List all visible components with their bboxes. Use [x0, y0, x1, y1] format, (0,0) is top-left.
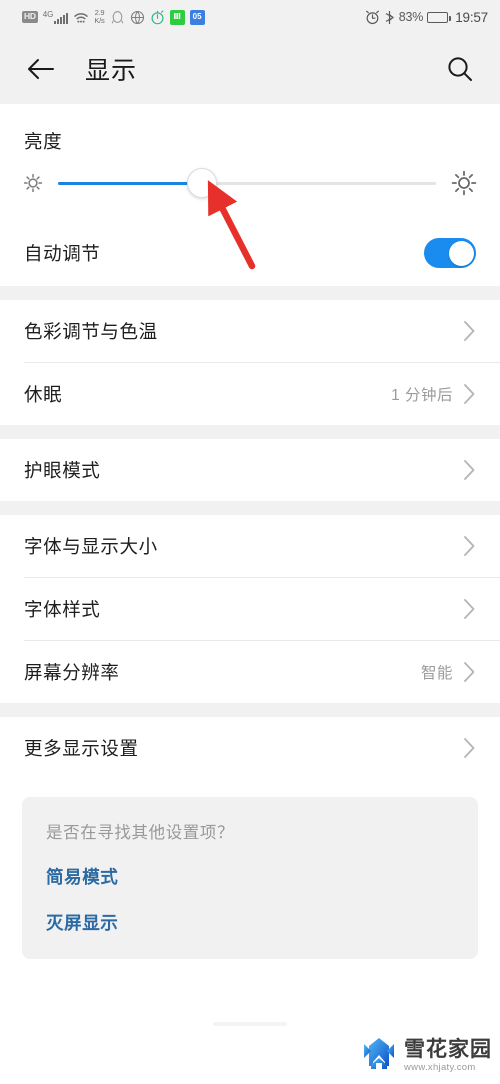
- chevron-right-icon: [463, 661, 476, 683]
- data-speed-unit: K/s: [94, 16, 105, 25]
- settings-row[interactable]: 字体样式: [0, 578, 500, 640]
- page-header: 显示: [0, 34, 500, 104]
- watermark-name: 雪花家园: [404, 1037, 492, 1061]
- settings-row-label: 字体与显示大小: [24, 536, 158, 557]
- section-gap: [0, 703, 500, 717]
- stopwatch-icon: [150, 10, 165, 25]
- suggestion-question: 是否在寻找其他设置项？: [46, 824, 235, 842]
- green-app-icon: Ⅲ: [169, 9, 185, 25]
- settings-group: 字体与显示大小 字体样式屏幕分辨率 智能: [0, 515, 500, 703]
- settings-row-label: 休眠: [24, 384, 63, 405]
- network-gen-label: 4G: [42, 9, 54, 19]
- wifi-icon: [73, 11, 89, 24]
- settings-groups: 色彩调节与色温 休眠 1 分钟后护眼模式字体与显示大小 字体样式屏幕分辨率 智能更多显示…: [0, 286, 500, 779]
- settings-group: 色彩调节与色温 休眠 1 分钟后: [0, 300, 500, 425]
- chevron-right-icon: [463, 320, 476, 342]
- settings-row-value: 1 分钟后: [391, 387, 453, 404]
- settings-row[interactable]: 休眠 1 分钟后: [0, 363, 500, 425]
- data-speed-indicator: 2.9 K/s: [94, 9, 104, 25]
- settings-row[interactable]: 更多显示设置: [0, 717, 500, 779]
- suggestion-link-0[interactable]: 简易模式: [46, 864, 454, 889]
- section-gap: [0, 501, 500, 515]
- watermark-text: 雪花家园 www.xhjaty.com: [404, 1039, 492, 1073]
- suggestion-link-1[interactable]: 灭屏显示: [46, 910, 454, 935]
- chevron-right-icon: [463, 383, 476, 405]
- auto-brightness-toggle[interactable]: [424, 238, 476, 268]
- blue-app-glyph: 05: [192, 12, 202, 21]
- settings-row[interactable]: 字体与显示大小: [0, 515, 500, 577]
- settings-row-label: 屏幕分辨率: [24, 662, 120, 683]
- brightness-slider-thumb[interactable]: [186, 168, 217, 198]
- chevron-right-icon: [463, 535, 476, 557]
- brightness-slider[interactable]: [58, 168, 436, 198]
- section-gap: [0, 425, 500, 439]
- auto-brightness-label: 自动调节: [24, 243, 101, 264]
- settings-row[interactable]: 色彩调节与色温: [0, 300, 500, 362]
- battery-icon: [427, 11, 451, 23]
- settings-row-value: 智能: [420, 665, 453, 682]
- settings-group: 护眼模式: [0, 439, 500, 501]
- sun-high-icon: [450, 169, 478, 197]
- settings-row-label: 护眼模式: [24, 460, 101, 481]
- chevron-right-icon: [463, 459, 476, 481]
- battery-percent-label: 83%: [398, 10, 424, 24]
- status-bar: HD 4G 2.9 K/s Ⅲ 05 83% 19:57: [0, 0, 500, 34]
- section-gap: [0, 286, 500, 300]
- suggestion-card: 是否在寻找其他设置项？ 简易模式 灭屏显示: [22, 797, 478, 959]
- status-bar-left: HD 4G 2.9 K/s Ⅲ 05: [22, 9, 205, 25]
- settings-row[interactable]: 护眼模式: [0, 439, 500, 501]
- blue-app-icon: 05: [189, 9, 205, 25]
- signal-bars-graphic: [54, 12, 69, 24]
- qq-penguin-icon: [110, 10, 125, 25]
- gesture-nav-bar[interactable]: [213, 1022, 287, 1026]
- bluetooth-icon: [384, 10, 395, 25]
- sun-low-icon: [22, 172, 44, 194]
- status-bar-clock: 19:57: [455, 9, 488, 25]
- snowflake-house-logo: [359, 1035, 399, 1076]
- settings-row-label: 色彩调节与色温: [24, 321, 158, 342]
- page-title: 显示: [85, 57, 138, 85]
- suggestion-section: 是否在寻找其他设置项？ 简易模式 灭屏显示: [0, 779, 500, 959]
- globe-icon: [130, 10, 145, 25]
- back-button[interactable]: [24, 52, 58, 86]
- settings-group: 更多显示设置: [0, 717, 500, 779]
- alarm-clock-icon: [365, 10, 380, 25]
- status-bar-right: 83% 19:57: [365, 10, 488, 25]
- brightness-slider-row: [0, 154, 500, 220]
- brightness-section: 亮度 自动调节: [0, 104, 500, 286]
- watermark: 雪花家园 www.xhjaty.com: [359, 1035, 492, 1076]
- settings-row[interactable]: 屏幕分辨率 智能: [0, 641, 500, 703]
- settings-row-label: 更多显示设置: [24, 738, 139, 759]
- brightness-section-title: 亮度: [24, 131, 63, 152]
- chevron-right-icon: [463, 598, 476, 620]
- watermark-url: www.xhjaty.com: [404, 1061, 476, 1073]
- hd-badge: HD: [22, 11, 38, 23]
- auto-brightness-row[interactable]: 自动调节: [0, 220, 500, 286]
- search-icon[interactable]: [442, 51, 478, 87]
- signal-bars-icon: 4G: [42, 9, 69, 24]
- green-app-glyph: Ⅲ: [173, 12, 181, 21]
- toggle-knob: [448, 240, 474, 266]
- slider-fill: [58, 181, 202, 185]
- settings-row-label: 字体样式: [24, 599, 101, 620]
- chevron-right-icon: [463, 737, 476, 759]
